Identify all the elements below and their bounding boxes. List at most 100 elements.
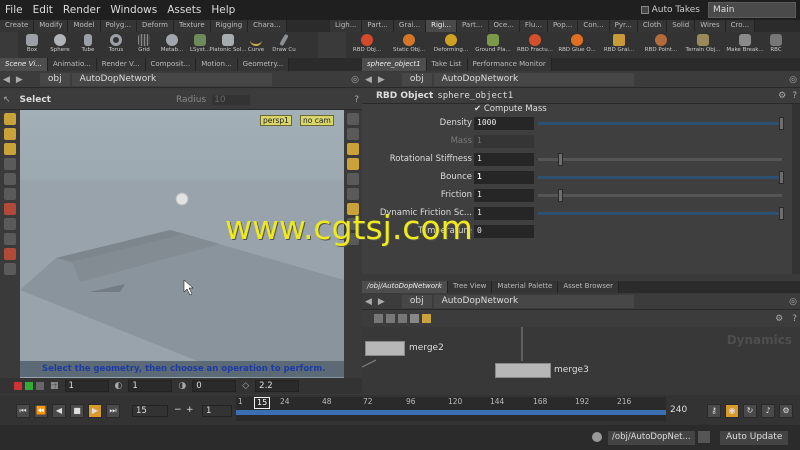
shelf-tab[interactable]: Ligh... — [330, 20, 363, 32]
tab-take-list[interactable]: Take List — [426, 58, 468, 71]
tab-network[interactable]: /obj/AutoDopNetwork — [362, 281, 448, 293]
tool-rbd-fracture[interactable]: RBD Fractu... — [514, 32, 556, 58]
shelf-tab-rigid[interactable]: Rigi... — [426, 20, 457, 32]
half-circle-icon[interactable]: ◑ — [175, 381, 189, 391]
shelf-tab[interactable]: Part... — [457, 20, 489, 32]
parm-slider[interactable] — [538, 153, 782, 166]
parm-slider[interactable] — [538, 117, 784, 130]
parm-slider[interactable] — [538, 189, 782, 202]
shelf-tab[interactable]: Texture — [174, 20, 211, 32]
note-icon[interactable] — [410, 314, 419, 323]
shelf-tab[interactable]: Cloth — [637, 20, 668, 32]
tool-make-breakable[interactable]: Make Break... — [724, 32, 766, 58]
tool-torus[interactable]: Torus — [102, 32, 130, 58]
wireframe-icon[interactable] — [347, 173, 359, 185]
shelf-tab[interactable]: Flu... — [519, 20, 548, 32]
circle-icon[interactable]: ◐ — [112, 381, 126, 391]
magnet-icon[interactable] — [4, 248, 16, 260]
path-network[interactable]: obj — [401, 295, 432, 308]
parm-field[interactable]: 1 — [474, 207, 534, 220]
light-icon[interactable] — [347, 143, 359, 155]
path-node[interactable]: AutoDopNetwork — [71, 73, 272, 86]
compute-mass-checkbox[interactable]: ✔ Compute Mass — [474, 104, 547, 114]
shelf-tab[interactable]: Pyr... — [609, 20, 638, 32]
tool-curve[interactable]: Curve — [242, 32, 270, 58]
tab-geometry[interactable]: Geometry... — [237, 58, 290, 71]
keys-icon[interactable]: ⚷ — [707, 404, 721, 418]
shelf-tab[interactable]: Modify — [34, 20, 69, 32]
shelf-tab[interactable]: Pop... — [547, 20, 579, 32]
parm-field[interactable]: 1000 — [474, 117, 534, 130]
tab-composite[interactable]: Composit... — [145, 58, 197, 71]
tool-sphere[interactable]: Sphere — [46, 32, 74, 58]
slider-knob[interactable] — [779, 207, 784, 220]
desktop-selector[interactable]: Main — [708, 2, 796, 18]
back-arrow-icon[interactable]: ◀ — [362, 75, 375, 85]
tool-terrain-object[interactable]: Terrain Obj... — [682, 32, 724, 58]
grid-view-icon[interactable] — [386, 314, 395, 323]
chat-icon[interactable] — [592, 432, 602, 442]
realtime-icon[interactable]: ◉ — [725, 404, 739, 418]
parm-field[interactable]: 0 — [474, 225, 534, 238]
tool-platonic[interactable]: Platonic Sol... — [209, 32, 247, 58]
forward-arrow-icon[interactable]: ▶ — [13, 75, 26, 85]
tool-rbd-glue[interactable]: RBD Glue O... — [556, 32, 598, 58]
tab-scene-view[interactable]: Scene Vi... — [0, 58, 48, 71]
step-back-icon[interactable]: ⏪ — [34, 404, 48, 418]
parm-slider[interactable] — [538, 171, 784, 184]
auto-takes-toggle[interactable]: Auto Takes — [633, 5, 708, 15]
tool-rbc[interactable]: RBC — [766, 32, 786, 58]
play-reverse-icon[interactable]: ◀ — [52, 404, 66, 418]
tool-grid[interactable]: Grid — [130, 32, 158, 58]
green-swatch-icon[interactable] — [25, 382, 33, 390]
tool-deforming[interactable]: Deforming... — [430, 32, 472, 58]
plus-icon[interactable]: + — [186, 405, 194, 415]
path-node[interactable]: AutoDopNetwork — [433, 73, 634, 86]
tool-static-object[interactable]: Static Obj... — [388, 32, 430, 58]
handle-icon[interactable] — [4, 173, 16, 185]
layout-icon[interactable] — [398, 314, 407, 323]
play-icon[interactable]: ▶ — [88, 404, 102, 418]
shelf-tab[interactable]: Grai... — [393, 20, 427, 32]
menu-edit[interactable]: Edit — [28, 4, 58, 16]
sphere-object[interactable] — [175, 192, 189, 206]
shelf-tab[interactable]: Oce... — [488, 20, 520, 32]
snap-icon[interactable] — [4, 233, 16, 245]
grid-snap-icon[interactable]: ▦ — [47, 381, 62, 391]
parm-field[interactable]: 1 — [474, 153, 534, 166]
tab-performance-monitor[interactable]: Performance Monitor — [467, 58, 552, 71]
status-field[interactable]: 1 — [128, 380, 173, 392]
no-cam-menu[interactable]: no cam — [300, 115, 334, 126]
slider-knob[interactable] — [779, 117, 784, 130]
shading-icon[interactable] — [347, 158, 359, 170]
lens-icon[interactable]: ◇ — [239, 381, 252, 391]
end-frame-label[interactable]: 240 — [670, 405, 687, 415]
node-merge2[interactable] — [365, 341, 405, 356]
view-icon[interactable] — [4, 188, 16, 200]
parm-field[interactable]: 1 — [474, 189, 534, 202]
pin-icon[interactable]: ◎ — [786, 297, 800, 307]
shelf-tab[interactable]: Part... — [362, 20, 394, 32]
status-path[interactable]: /obj/AutoDopNet... — [608, 431, 695, 445]
tab-asset-browser[interactable]: Asset Browser — [558, 281, 620, 293]
tool-metaball[interactable]: Metab... — [158, 32, 186, 58]
tool-rbd-object[interactable]: RBD Obj... — [346, 32, 388, 58]
frame-icon[interactable] — [347, 128, 359, 140]
brush-icon[interactable] — [4, 218, 16, 230]
parm-scrollbar[interactable] — [792, 104, 800, 274]
status-field[interactable]: 2.2 — [255, 380, 300, 392]
shelf-tab[interactable]: Rigging — [210, 20, 249, 32]
update-mode-icon[interactable] — [698, 431, 710, 443]
network-editor[interactable]: merge2 merge3 Dynamics — [362, 327, 800, 395]
shelf-tab[interactable]: Polyg... — [100, 20, 137, 32]
tool-rbd-grain[interactable]: RBD Grai... — [598, 32, 640, 58]
slider-knob[interactable] — [779, 171, 784, 184]
rotate-icon[interactable] — [4, 143, 16, 155]
menu-file[interactable]: File — [0, 4, 28, 16]
loop-icon[interactable]: ↻ — [743, 404, 757, 418]
pin-icon[interactable]: ◎ — [786, 75, 800, 85]
red-swatch-icon[interactable] — [14, 382, 22, 390]
status-field[interactable]: 1 — [64, 380, 109, 392]
node-merge3[interactable] — [495, 363, 551, 378]
path-network[interactable]: obj — [401, 73, 432, 86]
